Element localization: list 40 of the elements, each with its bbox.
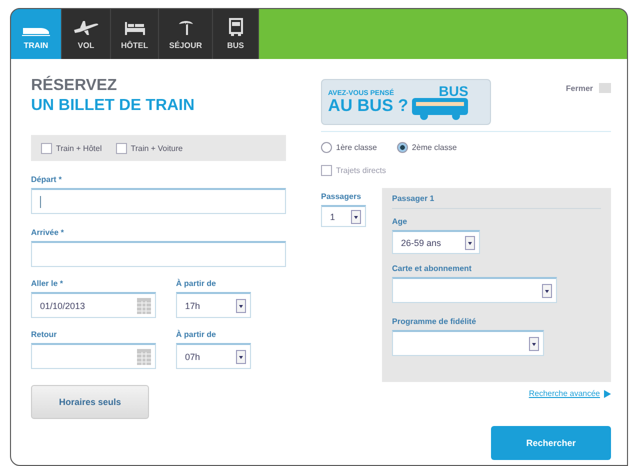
field-label: Age	[392, 217, 408, 226]
checkbox-option[interactable]: Train + Hôtel	[41, 142, 102, 154]
close-button[interactable]: Fermer	[566, 83, 611, 93]
dropdown[interactable]: 26-59 ans	[392, 230, 480, 254]
input-field[interactable]	[31, 241, 286, 267]
field-label: À partir de	[176, 330, 218, 339]
dropdown[interactable]	[392, 330, 544, 356]
timetable-button[interactable]: Horaires seuls	[31, 385, 149, 419]
field-label: Carte et abonnement	[392, 264, 473, 273]
date-field[interactable]: 01/10/2013	[31, 292, 156, 318]
banner-bus-label: BUS	[438, 84, 468, 98]
form-title: RÉSERVEZ	[31, 77, 118, 95]
close-icon	[599, 83, 611, 93]
palm-tree-icon	[176, 18, 195, 36]
panel-title: Passager 1	[392, 194, 601, 209]
bus-icon	[228, 18, 244, 36]
dropdown[interactable]	[392, 277, 557, 303]
field-label: Départ *	[31, 175, 63, 184]
radio-option[interactable]: 2ème classe	[396, 142, 457, 153]
field-label: Retour	[31, 330, 58, 339]
dropdown[interactable]: 07h	[176, 343, 251, 369]
field-label: Programme de fidélité	[392, 317, 478, 326]
radio-option[interactable]: 1ère classe	[321, 142, 377, 153]
field-label: Passagers	[321, 192, 362, 201]
form-subtitle: UN BILLET DE TRAIN	[31, 97, 196, 115]
bus-icon	[412, 98, 468, 120]
bed-icon	[124, 20, 146, 36]
field-label: Aller le *	[31, 279, 64, 288]
input-field[interactable]	[31, 188, 286, 214]
date-field[interactable]	[31, 343, 156, 369]
dropdown[interactable]: 1	[321, 205, 366, 227]
banner-text: AU BUS ?	[328, 97, 408, 114]
field-label: À partir de	[176, 279, 218, 288]
checkbox-option[interactable]: Train + Voiture	[116, 142, 183, 154]
calendar-icon[interactable]	[137, 298, 151, 314]
arrow-right-icon	[604, 390, 611, 398]
field-label: Arrivée *	[31, 228, 65, 237]
calendar-icon[interactable]	[137, 348, 151, 364]
plane-icon	[72, 20, 100, 36]
dropdown[interactable]: 17h	[176, 292, 251, 318]
